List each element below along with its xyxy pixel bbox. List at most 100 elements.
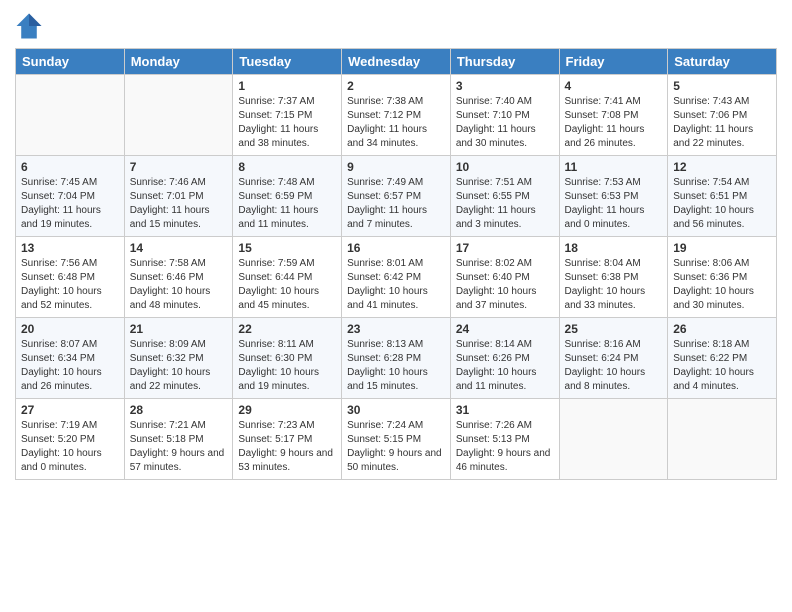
day-info: Sunrise: 8:18 AM Sunset: 6:22 PM Dayligh… bbox=[673, 338, 771, 394]
day-number: 8 bbox=[238, 160, 336, 174]
calendar-cell: 18Sunrise: 8:04 AM Sunset: 6:38 PM Dayli… bbox=[559, 237, 668, 318]
col-header-saturday: Saturday bbox=[668, 49, 777, 75]
day-info: Sunrise: 8:11 AM Sunset: 6:30 PM Dayligh… bbox=[238, 338, 336, 394]
calendar-cell: 21 Sunrise: 8:09 AM Sunset: 6:32 PM Dayli… bbox=[124, 318, 233, 399]
day-info: Sunrise: 7:40 AM Sunset: 7:10 PM Dayligh… bbox=[456, 95, 554, 151]
day-number: 28 bbox=[130, 403, 228, 417]
week-row-4: 20 Sunrise: 8:07 AM Sunset: 6:34 PM Dayli… bbox=[16, 318, 777, 399]
logo bbox=[15, 14, 47, 40]
calendar-cell: 9 Sunrise: 7:49 AM Sunset: 6:57 PM Daylig… bbox=[342, 156, 451, 237]
day-number: 13 bbox=[21, 241, 119, 255]
calendar-cell: 13 Sunrise: 7:56 AM Sunset: 6:48 PM Dayli… bbox=[16, 237, 125, 318]
calendar-table: SundayMondayTuesdayWednesdayThursdayFrid… bbox=[15, 48, 777, 480]
calendar-cell: 29Sunrise: 7:23 AM Sunset: 5:17 PM Dayli… bbox=[233, 399, 342, 480]
day-info: Sunrise: 8:04 AM Sunset: 6:38 PM Dayligh… bbox=[565, 257, 663, 313]
day-info: Sunrise: 8:06 AM Sunset: 6:36 PM Dayligh… bbox=[673, 257, 771, 313]
day-number: 31 bbox=[456, 403, 554, 417]
day-info: Sunrise: 7:45 AM Sunset: 7:04 PM Dayligh… bbox=[21, 176, 119, 232]
day-number: 21 bbox=[130, 322, 228, 336]
day-number: 16 bbox=[347, 241, 445, 255]
day-info: Sunrise: 8:14 AM Sunset: 6:26 PM Dayligh… bbox=[456, 338, 554, 394]
week-row-5: 27Sunrise: 7:19 AM Sunset: 5:20 PM Dayli… bbox=[16, 399, 777, 480]
day-info: Sunrise: 8:13 AM Sunset: 6:28 PM Dayligh… bbox=[347, 338, 445, 394]
day-info: Sunrise: 8:01 AM Sunset: 6:42 PM Dayligh… bbox=[347, 257, 445, 313]
day-number: 7 bbox=[130, 160, 228, 174]
col-header-thursday: Thursday bbox=[450, 49, 559, 75]
day-number: 6 bbox=[21, 160, 119, 174]
day-info: Sunrise: 7:24 AM Sunset: 5:15 PM Dayligh… bbox=[347, 419, 445, 475]
calendar-cell: 3 Sunrise: 7:40 AM Sunset: 7:10 PM Daylig… bbox=[450, 75, 559, 156]
day-number: 26 bbox=[673, 322, 771, 336]
day-number: 5 bbox=[673, 79, 771, 93]
day-info: Sunrise: 7:43 AM Sunset: 7:06 PM Dayligh… bbox=[673, 95, 771, 151]
calendar-cell: 26 Sunrise: 8:18 AM Sunset: 6:22 PM Dayli… bbox=[668, 318, 777, 399]
day-info: Sunrise: 8:02 AM Sunset: 6:40 PM Dayligh… bbox=[456, 257, 554, 313]
col-header-tuesday: Tuesday bbox=[233, 49, 342, 75]
calendar-cell: 12 Sunrise: 7:54 AM Sunset: 6:51 PM Dayli… bbox=[668, 156, 777, 237]
day-number: 4 bbox=[565, 79, 663, 93]
day-info: Sunrise: 7:53 AM Sunset: 6:53 PM Dayligh… bbox=[565, 176, 663, 232]
calendar-cell: 1 Sunrise: 7:37 AM Sunset: 7:15 PM Daylig… bbox=[233, 75, 342, 156]
calendar-cell: 4 Sunrise: 7:41 AM Sunset: 7:08 PM Daylig… bbox=[559, 75, 668, 156]
calendar-cell: 27Sunrise: 7:19 AM Sunset: 5:20 PM Dayli… bbox=[16, 399, 125, 480]
header-row: SundayMondayTuesdayWednesdayThursdayFrid… bbox=[16, 49, 777, 75]
calendar-cell: 2Sunrise: 7:38 AM Sunset: 7:12 PM Daylig… bbox=[342, 75, 451, 156]
calendar-cell: 28Sunrise: 7:21 AM Sunset: 5:18 PM Dayli… bbox=[124, 399, 233, 480]
calendar-cell: 10Sunrise: 7:51 AM Sunset: 6:55 PM Dayli… bbox=[450, 156, 559, 237]
day-number: 3 bbox=[456, 79, 554, 93]
col-header-monday: Monday bbox=[124, 49, 233, 75]
col-header-sunday: Sunday bbox=[16, 49, 125, 75]
day-number: 9 bbox=[347, 160, 445, 174]
calendar-cell: 17 Sunrise: 8:02 AM Sunset: 6:40 PM Dayli… bbox=[450, 237, 559, 318]
day-number: 25 bbox=[565, 322, 663, 336]
day-info: Sunrise: 7:58 AM Sunset: 6:46 PM Dayligh… bbox=[130, 257, 228, 313]
calendar-cell: 15 Sunrise: 7:59 AM Sunset: 6:44 PM Dayli… bbox=[233, 237, 342, 318]
day-info: Sunrise: 8:16 AM Sunset: 6:24 PM Dayligh… bbox=[565, 338, 663, 394]
day-info: Sunrise: 7:23 AM Sunset: 5:17 PM Dayligh… bbox=[238, 419, 336, 475]
header bbox=[15, 10, 777, 40]
calendar-cell: 7 Sunrise: 7:46 AM Sunset: 7:01 PM Daylig… bbox=[124, 156, 233, 237]
day-number: 23 bbox=[347, 322, 445, 336]
day-info: Sunrise: 7:49 AM Sunset: 6:57 PM Dayligh… bbox=[347, 176, 445, 232]
day-info: Sunrise: 7:41 AM Sunset: 7:08 PM Dayligh… bbox=[565, 95, 663, 151]
logo-icon bbox=[15, 12, 43, 40]
week-row-2: 6 Sunrise: 7:45 AM Sunset: 7:04 PM Daylig… bbox=[16, 156, 777, 237]
calendar-cell: 31Sunrise: 7:26 AM Sunset: 5:13 PM Dayli… bbox=[450, 399, 559, 480]
week-row-3: 13 Sunrise: 7:56 AM Sunset: 6:48 PM Dayli… bbox=[16, 237, 777, 318]
day-number: 24 bbox=[456, 322, 554, 336]
day-number: 20 bbox=[21, 322, 119, 336]
day-info: Sunrise: 7:48 AM Sunset: 6:59 PM Dayligh… bbox=[238, 176, 336, 232]
day-number: 11 bbox=[565, 160, 663, 174]
calendar-cell: 22 Sunrise: 8:11 AM Sunset: 6:30 PM Dayli… bbox=[233, 318, 342, 399]
calendar-cell bbox=[668, 399, 777, 480]
day-number: 14 bbox=[130, 241, 228, 255]
day-number: 12 bbox=[673, 160, 771, 174]
day-info: Sunrise: 7:56 AM Sunset: 6:48 PM Dayligh… bbox=[21, 257, 119, 313]
day-info: Sunrise: 8:09 AM Sunset: 6:32 PM Dayligh… bbox=[130, 338, 228, 394]
day-info: Sunrise: 7:19 AM Sunset: 5:20 PM Dayligh… bbox=[21, 419, 119, 475]
calendar-cell bbox=[16, 75, 125, 156]
day-number: 30 bbox=[347, 403, 445, 417]
day-number: 15 bbox=[238, 241, 336, 255]
day-info: Sunrise: 7:59 AM Sunset: 6:44 PM Dayligh… bbox=[238, 257, 336, 313]
calendar-cell: 5 Sunrise: 7:43 AM Sunset: 7:06 PM Daylig… bbox=[668, 75, 777, 156]
day-number: 17 bbox=[456, 241, 554, 255]
day-number: 22 bbox=[238, 322, 336, 336]
calendar-cell: 16 Sunrise: 8:01 AM Sunset: 6:42 PM Dayli… bbox=[342, 237, 451, 318]
day-info: Sunrise: 7:38 AM Sunset: 7:12 PM Dayligh… bbox=[347, 95, 445, 151]
calendar-cell: 19Sunrise: 8:06 AM Sunset: 6:36 PM Dayli… bbox=[668, 237, 777, 318]
calendar-cell bbox=[559, 399, 668, 480]
day-number: 1 bbox=[238, 79, 336, 93]
calendar-cell: 11 Sunrise: 7:53 AM Sunset: 6:53 PM Dayli… bbox=[559, 156, 668, 237]
calendar-cell bbox=[124, 75, 233, 156]
day-number: 10 bbox=[456, 160, 554, 174]
day-info: Sunrise: 8:07 AM Sunset: 6:34 PM Dayligh… bbox=[21, 338, 119, 394]
day-info: Sunrise: 7:54 AM Sunset: 6:51 PM Dayligh… bbox=[673, 176, 771, 232]
day-info: Sunrise: 7:37 AM Sunset: 7:15 PM Dayligh… bbox=[238, 95, 336, 151]
calendar-cell: 6 Sunrise: 7:45 AM Sunset: 7:04 PM Daylig… bbox=[16, 156, 125, 237]
calendar-cell: 24 Sunrise: 8:14 AM Sunset: 6:26 PM Dayli… bbox=[450, 318, 559, 399]
calendar-cell: 8 Sunrise: 7:48 AM Sunset: 6:59 PM Daylig… bbox=[233, 156, 342, 237]
day-info: Sunrise: 7:46 AM Sunset: 7:01 PM Dayligh… bbox=[130, 176, 228, 232]
calendar-cell: 25 Sunrise: 8:16 AM Sunset: 6:24 PM Dayli… bbox=[559, 318, 668, 399]
page: SundayMondayTuesdayWednesdayThursdayFrid… bbox=[0, 0, 792, 612]
